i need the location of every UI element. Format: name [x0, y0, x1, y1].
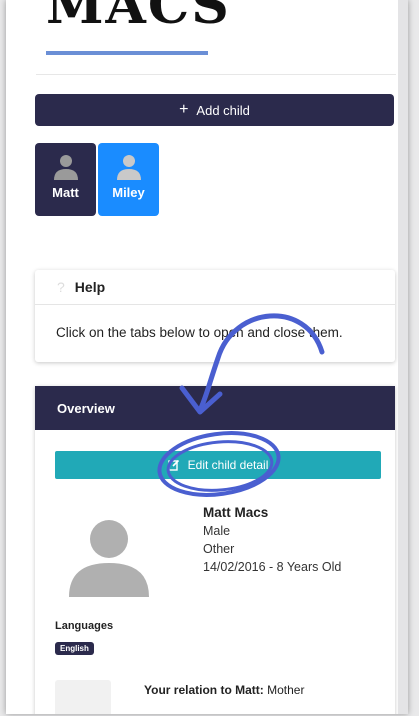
edit-icon: [167, 459, 179, 471]
relation-line: Your relation to Matt: Mother: [144, 683, 304, 697]
brand-logo: MACS: [46, 0, 231, 36]
child-tab-matt[interactable]: Matt: [35, 143, 96, 216]
child-tab-label: Miley: [112, 185, 145, 200]
child-tab-miley[interactable]: Miley: [98, 143, 159, 216]
help-text: Click on the tabs below to open and clos…: [56, 325, 343, 340]
help-title: Help: [74, 279, 106, 295]
relation-avatar: [55, 680, 111, 714]
overview-panel: Overview Edit child detail Matt Macs Mal…: [35, 386, 395, 714]
question-icon: ?: [57, 279, 65, 295]
child-info: Matt Macs Male Other 14/02/2016 - 8 Year…: [203, 504, 341, 576]
child-avatar: [69, 520, 149, 597]
brand-underline: [46, 51, 208, 55]
user-avatar-icon: [53, 155, 78, 180]
divider: [36, 74, 396, 75]
child-name: Matt Macs: [203, 505, 269, 520]
help-panel: ? Help Click on the tabs below to open a…: [35, 270, 395, 362]
overview-header[interactable]: Overview: [35, 386, 395, 430]
relation-value: Mother: [267, 683, 305, 697]
child-other: Other: [203, 542, 235, 556]
languages-label: Languages: [55, 620, 114, 632]
add-child-button[interactable]: + Add child: [35, 94, 394, 126]
edit-child-detail-label: Edit child detail: [187, 458, 269, 472]
relation-label: Your relation to Matt:: [144, 683, 264, 697]
child-dob: 14/02/2016 - 8 Years Old: [203, 560, 342, 574]
user-avatar-icon: [116, 155, 141, 180]
add-child-label: Add child: [196, 102, 250, 118]
plus-icon: +: [179, 101, 189, 118]
language-badge: English: [55, 642, 94, 655]
child-gender: Male: [203, 524, 231, 538]
help-header[interactable]: ? Help: [35, 270, 395, 305]
edit-child-detail-button[interactable]: Edit child detail: [55, 451, 381, 479]
page: MACS + Add child Matt Miley ? Help Click…: [6, 0, 408, 714]
child-tab-label: Matt: [52, 185, 79, 200]
